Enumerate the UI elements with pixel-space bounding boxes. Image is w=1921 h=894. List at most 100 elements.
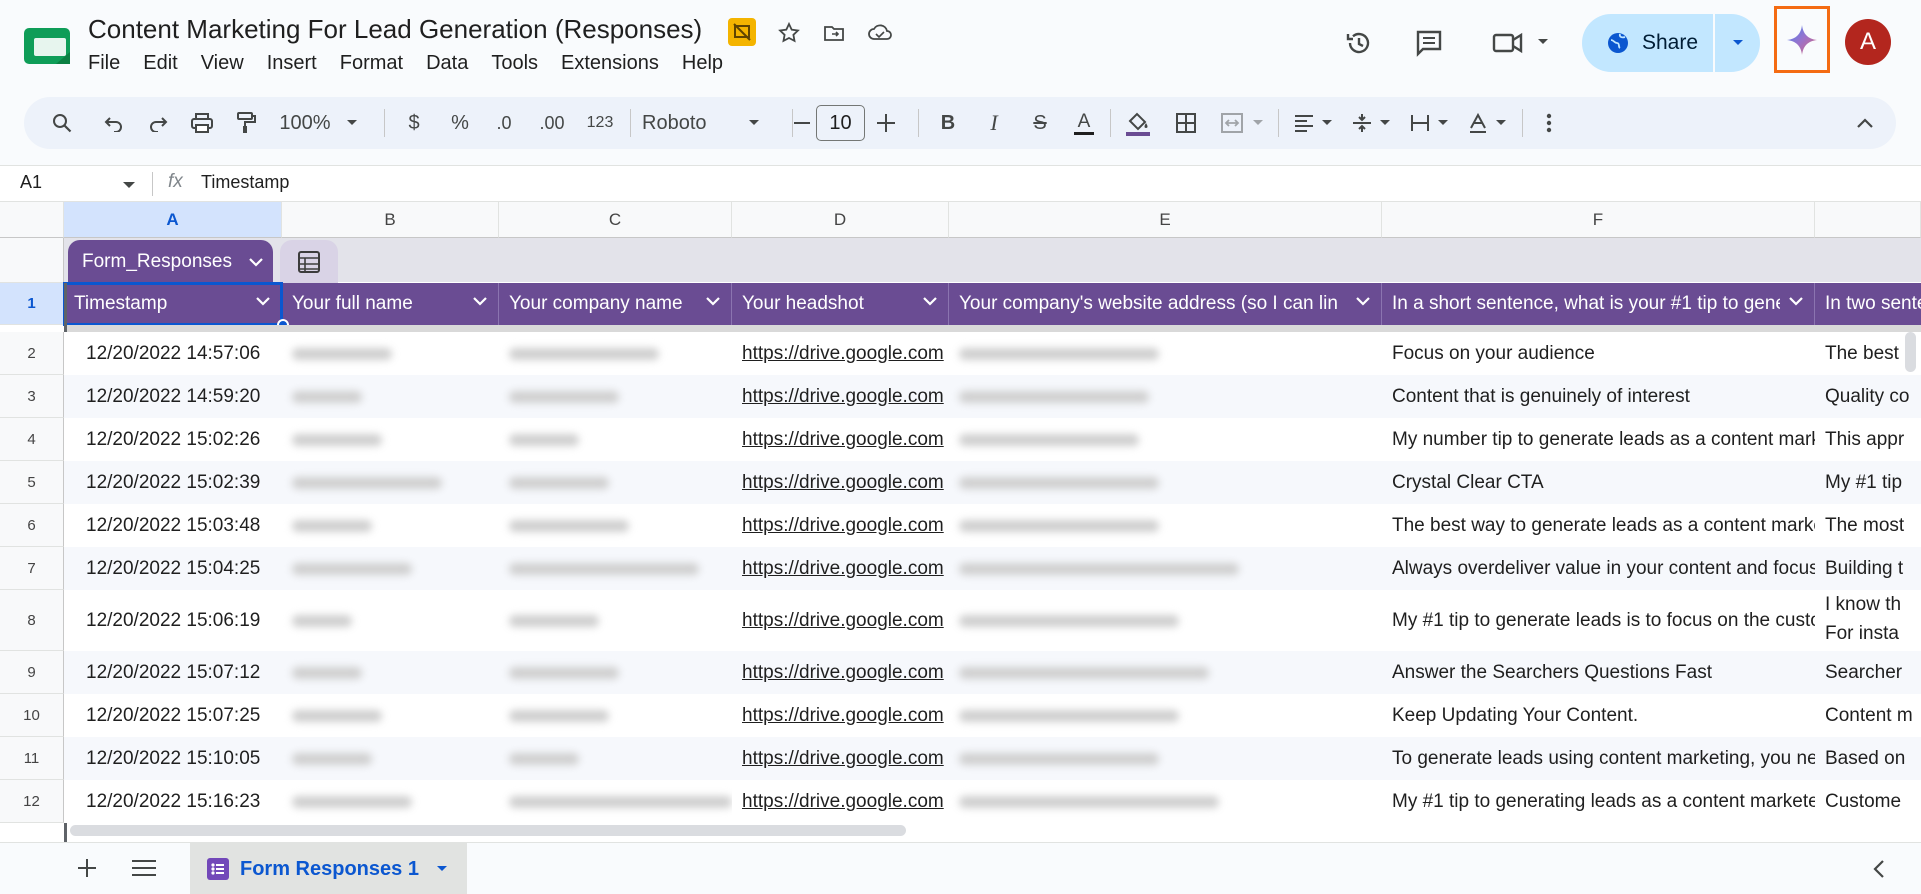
- increase-decimal-button[interactable]: .00: [532, 97, 572, 149]
- column-header-g[interactable]: [1815, 202, 1921, 238]
- cell-full-name[interactable]: [282, 375, 499, 418]
- redo-icon[interactable]: [140, 97, 176, 149]
- column-header-f[interactable]: F: [1382, 202, 1815, 238]
- increase-font-size-icon[interactable]: [869, 97, 903, 149]
- font-select[interactable]: Roboto: [642, 97, 782, 149]
- search-icon[interactable]: [44, 97, 80, 149]
- headshot-link[interactable]: https://drive.google.com: [742, 791, 944, 813]
- cell-tip[interactable]: My #1 tip to generating leads as a conte…: [1382, 780, 1815, 823]
- headshot-link[interactable]: https://drive.google.com: [742, 558, 944, 580]
- chevron-down-icon[interactable]: [435, 864, 449, 874]
- cell-headshot[interactable]: https://drive.google.com: [732, 651, 949, 694]
- collapse-side-panel-icon[interactable]: [1872, 859, 1886, 879]
- headshot-link[interactable]: https://drive.google.com: [742, 386, 944, 408]
- paint-format-icon[interactable]: [228, 97, 264, 149]
- horizontal-align-icon[interactable]: [1286, 97, 1340, 149]
- cell-timestamp[interactable]: 12/20/2022 15:16:23: [64, 780, 282, 823]
- cell-two-sentences[interactable]: This appr: [1815, 418, 1921, 461]
- cell-two-sentences[interactable]: My #1 tip: [1815, 461, 1921, 504]
- cell-full-name[interactable]: [282, 504, 499, 547]
- cell-full-name[interactable]: [282, 547, 499, 590]
- cell-tip[interactable]: Crystal Clear CTA: [1382, 461, 1815, 504]
- cell-company-name[interactable]: [499, 418, 732, 461]
- menu-edit[interactable]: Edit: [143, 52, 177, 75]
- borders-icon[interactable]: [1168, 97, 1204, 149]
- formula-input[interactable]: Timestamp: [201, 172, 289, 193]
- cell-full-name[interactable]: [282, 418, 499, 461]
- headshot-link[interactable]: https://drive.google.com: [742, 472, 944, 494]
- cell-tip[interactable]: My #1 tip to generate leads is to focus …: [1382, 590, 1815, 651]
- headshot-link[interactable]: https://drive.google.com: [742, 705, 944, 727]
- row-header[interactable]: 7: [0, 547, 64, 590]
- chevron-down-icon[interactable]: [1788, 296, 1804, 306]
- cell-company-name[interactable]: [499, 461, 732, 504]
- cell-headshot[interactable]: https://drive.google.com: [732, 418, 949, 461]
- cell-headshot[interactable]: https://drive.google.com: [732, 461, 949, 504]
- header-company-name[interactable]: Your company name: [499, 283, 732, 325]
- row-header[interactable]: 11: [0, 737, 64, 780]
- cell-two-sentences[interactable]: Based on: [1815, 737, 1921, 780]
- move-to-folder-icon[interactable]: [819, 18, 849, 48]
- cell-website[interactable]: [949, 332, 1382, 375]
- cell-website[interactable]: [949, 651, 1382, 694]
- meet-dropdown-icon[interactable]: [1536, 37, 1550, 47]
- cell-headshot[interactable]: https://drive.google.com: [732, 504, 949, 547]
- cell-timestamp[interactable]: 12/20/2022 15:06:19: [64, 590, 282, 651]
- cell-website[interactable]: [949, 694, 1382, 737]
- cell-full-name[interactable]: [282, 694, 499, 737]
- row-header[interactable]: 2: [0, 332, 64, 375]
- chevron-down-icon[interactable]: [255, 296, 271, 306]
- cell-company-name[interactable]: [499, 375, 732, 418]
- cell-two-sentences[interactable]: Searcher: [1815, 651, 1921, 694]
- text-color-icon[interactable]: A: [1066, 97, 1102, 149]
- more-formats-button[interactable]: 123: [580, 97, 620, 149]
- name-box-dropdown-icon[interactable]: [122, 181, 136, 190]
- cell-company-name[interactable]: [499, 590, 732, 651]
- headshot-link[interactable]: https://drive.google.com: [742, 429, 944, 451]
- cell-tip[interactable]: My number tip to generate leads as a con…: [1382, 418, 1815, 461]
- gemini-button[interactable]: [1774, 6, 1830, 73]
- strikethrough-icon[interactable]: S: [1022, 97, 1058, 149]
- header-website[interactable]: Your company's website address (so I can…: [949, 283, 1382, 325]
- zoom-select[interactable]: 100%: [274, 97, 364, 149]
- cell-timestamp[interactable]: 12/20/2022 15:04:25: [64, 547, 282, 590]
- menu-insert[interactable]: Insert: [267, 52, 317, 75]
- cell-company-name[interactable]: [499, 547, 732, 590]
- row-header[interactable]: 4: [0, 418, 64, 461]
- cell-full-name[interactable]: [282, 651, 499, 694]
- cell-tip[interactable]: Content that is genuinely of interest: [1382, 375, 1815, 418]
- all-sheets-icon[interactable]: [132, 859, 156, 877]
- cell-website[interactable]: [949, 504, 1382, 547]
- cell-timestamp[interactable]: 12/20/2022 15:02:26: [64, 418, 282, 461]
- cell-website[interactable]: [949, 737, 1382, 780]
- text-rotation-icon[interactable]: [1460, 97, 1514, 149]
- row-header[interactable]: 9: [0, 651, 64, 694]
- horizontal-scrollbar[interactable]: [70, 825, 906, 836]
- headshot-link[interactable]: https://drive.google.com: [742, 515, 944, 537]
- cell-company-name[interactable]: [499, 504, 732, 547]
- cell-website[interactable]: [949, 418, 1382, 461]
- comments-icon[interactable]: [1407, 21, 1451, 65]
- bold-icon[interactable]: B: [930, 97, 966, 149]
- cell-website[interactable]: [949, 375, 1382, 418]
- cell-website[interactable]: [949, 590, 1382, 651]
- cell-timestamp[interactable]: 12/20/2022 15:02:39: [64, 461, 282, 504]
- add-sheet-icon[interactable]: [76, 857, 98, 879]
- menu-help[interactable]: Help: [682, 52, 723, 75]
- frozen-row-divider[interactable]: [64, 325, 1921, 332]
- cell-tip[interactable]: Focus on your audience: [1382, 332, 1815, 375]
- column-header-a[interactable]: A: [64, 202, 282, 238]
- cell-company-name[interactable]: [499, 694, 732, 737]
- column-header-c[interactable]: C: [499, 202, 732, 238]
- cell-full-name[interactable]: [282, 590, 499, 651]
- cell-timestamp[interactable]: 12/20/2022 15:10:05: [64, 737, 282, 780]
- headshot-link[interactable]: https://drive.google.com: [742, 343, 944, 365]
- version-history-icon[interactable]: [1337, 21, 1381, 65]
- avatar[interactable]: A: [1845, 19, 1891, 65]
- menu-extensions[interactable]: Extensions: [561, 52, 659, 75]
- cell-website[interactable]: [949, 461, 1382, 504]
- table-name-chip[interactable]: Form_Responses: [68, 240, 273, 283]
- italic-icon[interactable]: I: [976, 97, 1012, 149]
- header-two-sentences[interactable]: In two sentences: [1815, 283, 1921, 325]
- cell-timestamp[interactable]: 12/20/2022 15:03:48: [64, 504, 282, 547]
